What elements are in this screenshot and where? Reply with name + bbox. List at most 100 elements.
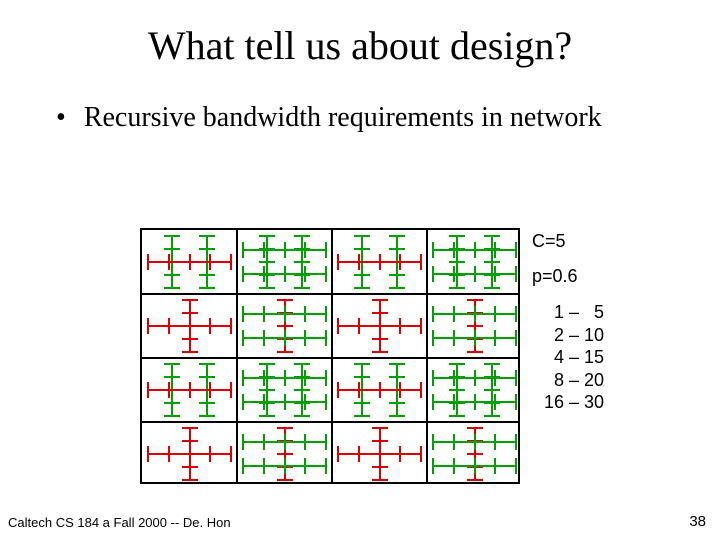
tick xyxy=(379,254,381,270)
tick xyxy=(389,415,405,417)
tick xyxy=(389,248,405,250)
tick xyxy=(277,479,293,481)
tick xyxy=(467,325,483,327)
tick xyxy=(199,287,215,289)
tick xyxy=(209,254,211,270)
tick xyxy=(484,287,500,289)
tick xyxy=(494,330,496,346)
tick xyxy=(389,376,405,378)
bullet-marker: • xyxy=(56,101,84,135)
tick xyxy=(263,458,265,474)
tick xyxy=(199,402,215,404)
tick xyxy=(399,382,401,398)
tick xyxy=(242,434,244,450)
tick xyxy=(182,466,198,468)
tick xyxy=(277,325,293,327)
tick xyxy=(337,254,339,270)
tick xyxy=(389,274,405,276)
tick xyxy=(453,370,455,386)
tick xyxy=(294,287,310,289)
tick xyxy=(484,363,500,365)
tick xyxy=(259,287,275,289)
tick xyxy=(379,318,381,334)
tick xyxy=(147,318,149,334)
tick xyxy=(242,394,244,410)
tick xyxy=(372,427,388,429)
tick xyxy=(515,330,517,346)
tick xyxy=(259,363,275,365)
bandwidth-row: 2 – 10 xyxy=(544,324,604,347)
tick xyxy=(304,266,306,282)
tick xyxy=(304,306,306,322)
tick xyxy=(199,415,215,417)
tick xyxy=(182,479,198,481)
tick xyxy=(242,306,244,322)
slide-title: What tell us about design? xyxy=(0,0,720,69)
tick xyxy=(474,330,476,346)
tick xyxy=(304,434,306,450)
tick xyxy=(182,312,198,314)
tick xyxy=(467,299,483,301)
tick xyxy=(263,434,265,450)
tick xyxy=(199,248,215,250)
tick xyxy=(164,287,180,289)
bandwidth-row: 16 – 30 xyxy=(544,391,604,414)
tick xyxy=(277,351,293,353)
tick xyxy=(325,242,327,258)
bandwidth-row: 4 – 15 xyxy=(544,346,604,369)
tick xyxy=(230,382,232,398)
tick xyxy=(182,440,198,442)
tick xyxy=(164,363,180,365)
tick xyxy=(263,370,265,386)
tick xyxy=(432,266,434,282)
tick xyxy=(259,235,275,237)
tick xyxy=(453,306,455,322)
tick xyxy=(399,254,401,270)
tick xyxy=(354,235,370,237)
tick xyxy=(284,458,286,474)
tick xyxy=(358,318,360,334)
tick xyxy=(294,261,310,263)
tick xyxy=(453,242,455,258)
tick xyxy=(263,242,265,258)
tick xyxy=(372,466,388,468)
tick xyxy=(453,434,455,450)
tick xyxy=(337,446,339,462)
tick xyxy=(399,446,401,462)
tick xyxy=(325,394,327,410)
tick xyxy=(389,363,405,365)
tick xyxy=(453,458,455,474)
bandwidth-table: 1 – 5 2 – 10 4 – 15 8 – 2016 – 30 xyxy=(532,301,604,414)
tick xyxy=(515,394,517,410)
tick xyxy=(494,306,496,322)
tick xyxy=(325,266,327,282)
tick xyxy=(189,446,191,462)
tick xyxy=(467,453,483,455)
tick xyxy=(209,446,211,462)
tick xyxy=(515,434,517,450)
tick xyxy=(379,446,381,462)
tick xyxy=(432,434,434,450)
tick xyxy=(515,242,517,258)
tick xyxy=(304,370,306,386)
tick xyxy=(372,338,388,340)
tick xyxy=(259,261,275,263)
tick xyxy=(284,330,286,346)
tick xyxy=(304,330,306,346)
tick xyxy=(147,446,149,462)
tick xyxy=(164,274,180,276)
tick xyxy=(304,394,306,410)
tick xyxy=(277,427,293,429)
tick xyxy=(453,330,455,346)
tick xyxy=(199,274,215,276)
tick xyxy=(164,402,180,404)
tick xyxy=(372,351,388,353)
tick xyxy=(277,453,293,455)
tick xyxy=(474,370,476,386)
tick xyxy=(354,248,370,250)
tick xyxy=(189,382,191,398)
tick xyxy=(474,306,476,322)
tick xyxy=(420,446,422,462)
tick xyxy=(284,266,286,282)
tick xyxy=(354,415,370,417)
